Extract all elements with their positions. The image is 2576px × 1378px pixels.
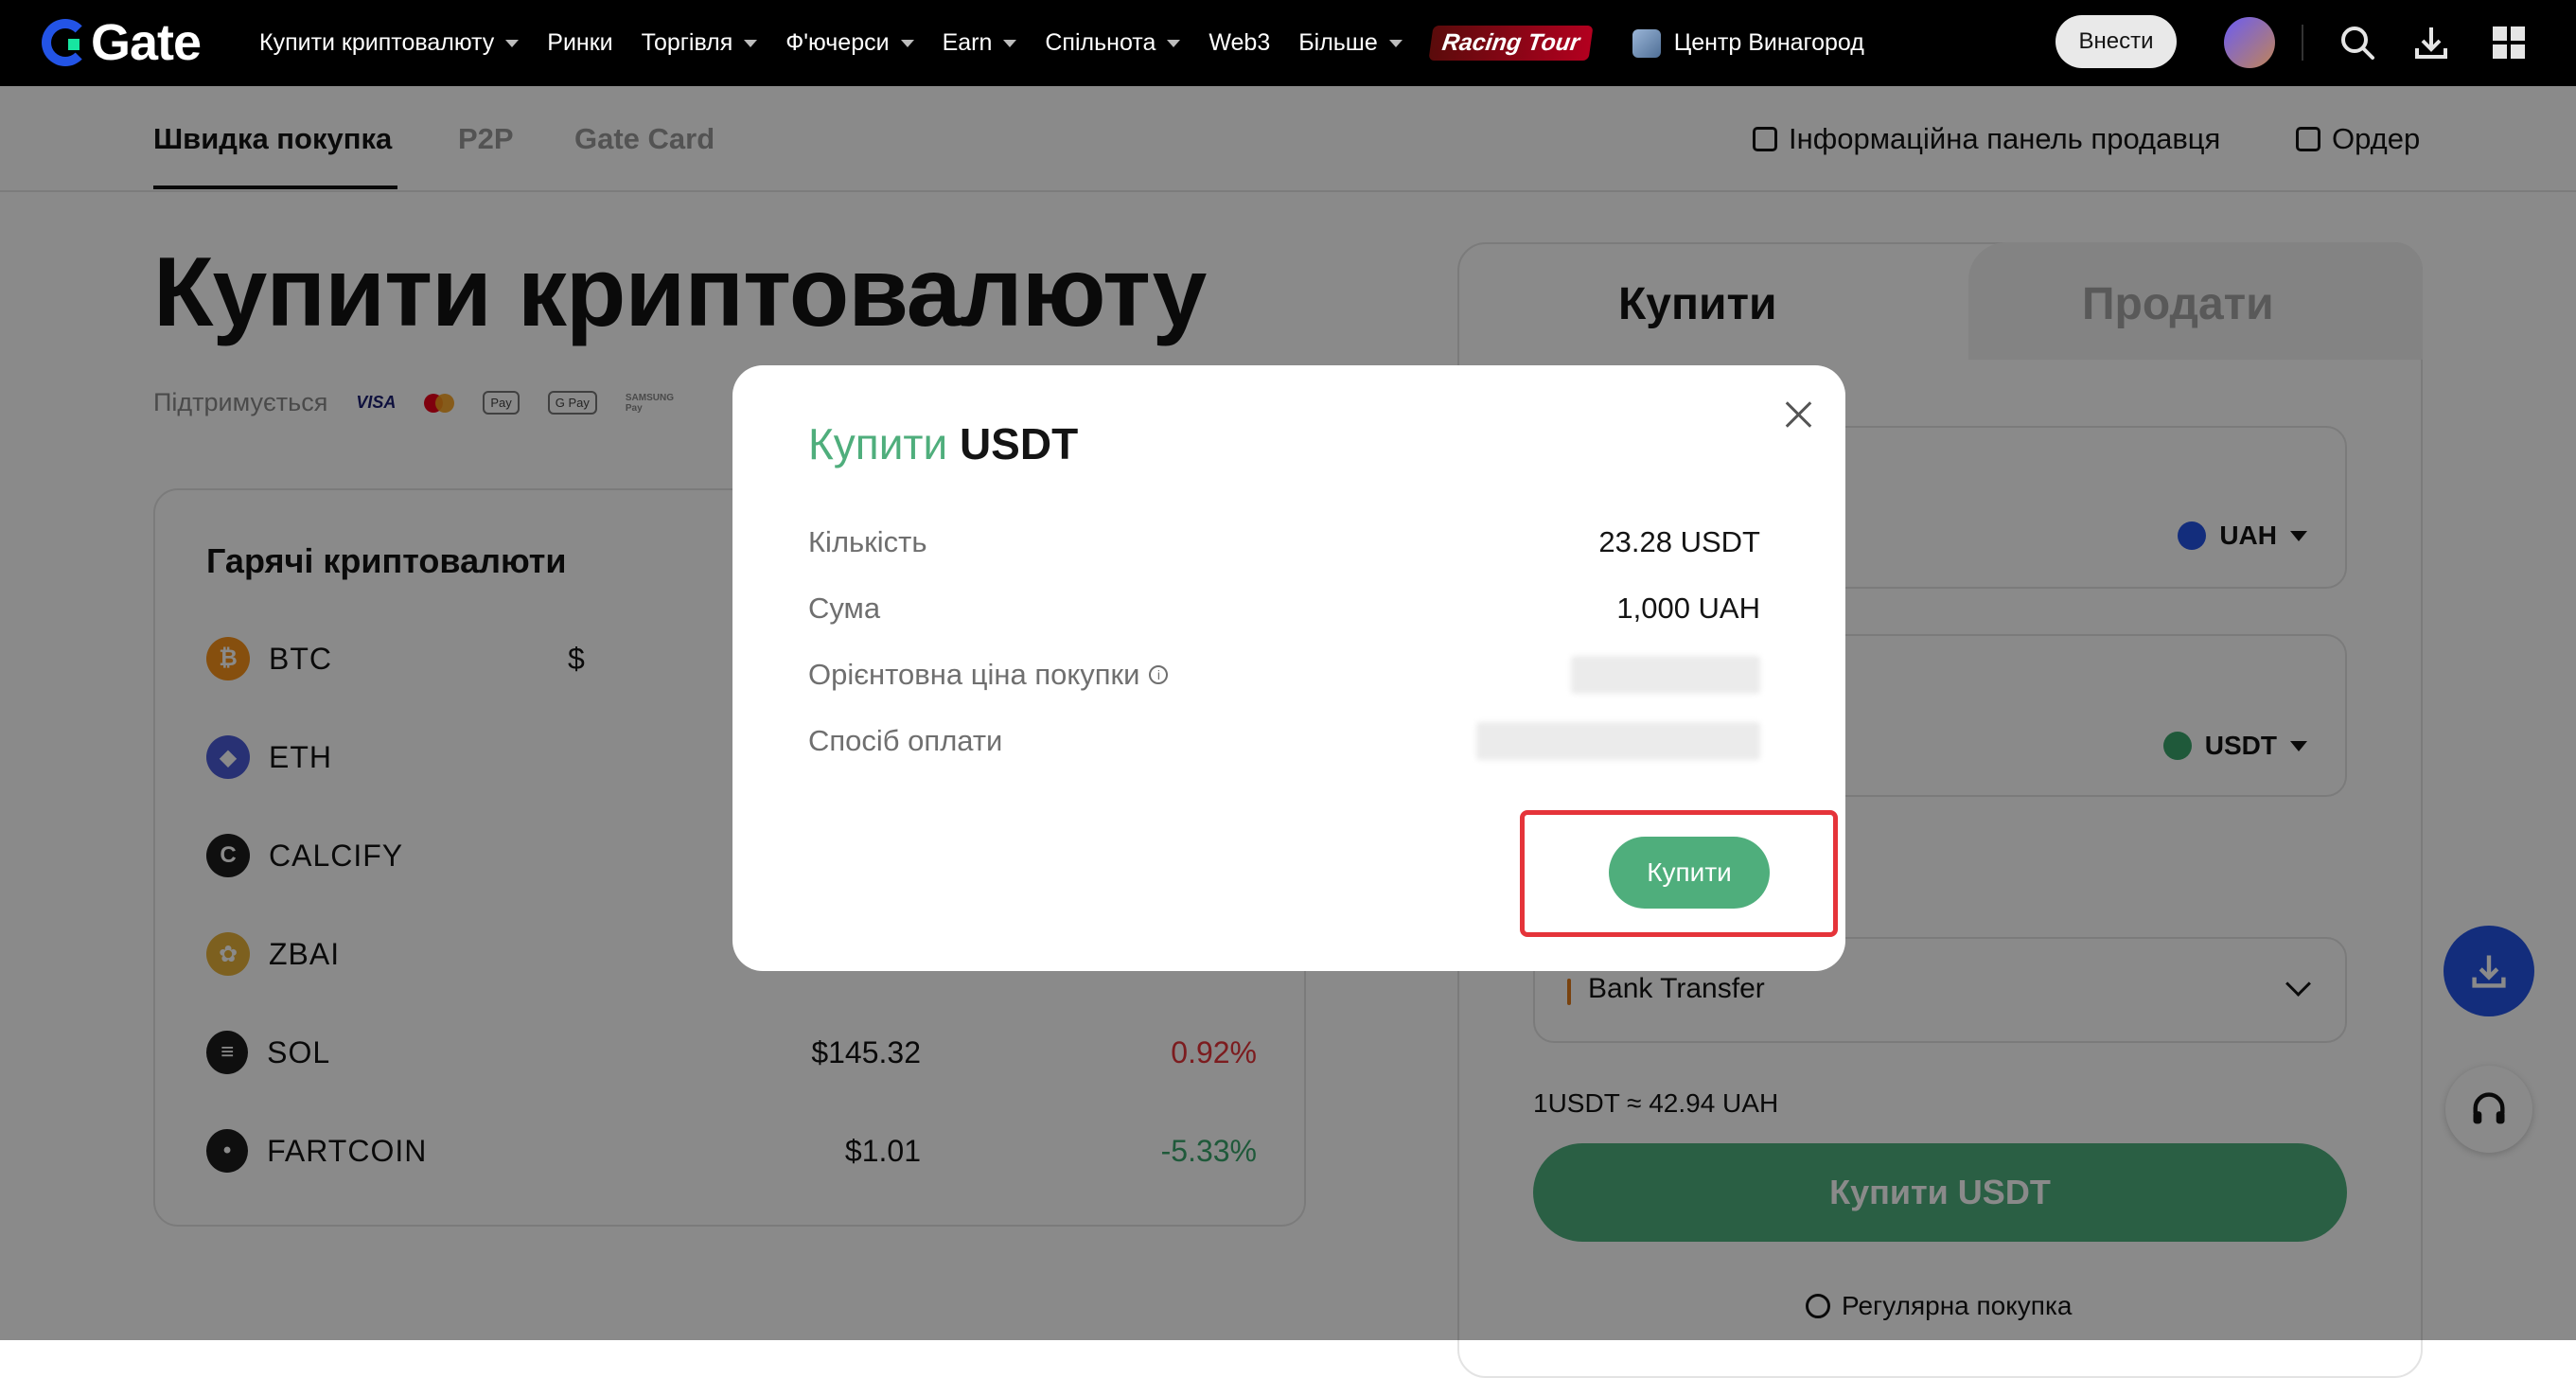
deposit-button[interactable]: Внести — [2056, 15, 2177, 68]
amount-value: 1,000 UAH — [1616, 592, 1760, 625]
apps-grid-icon[interactable] — [2485, 19, 2532, 66]
top-navigation: Gate Купити криптовалюту Ринки Торгівля … — [0, 0, 2576, 86]
nav-divider — [2302, 25, 2303, 61]
nav-item-futures[interactable]: Ф'ючерси — [785, 29, 914, 57]
racing-tour-banner[interactable]: Racing Tour — [1428, 26, 1594, 61]
rewards-center-label: Центр Винагород — [1673, 29, 1864, 56]
nav-item-label: Ринки — [547, 29, 613, 56]
nav-item-more[interactable]: Більше — [1298, 29, 1403, 57]
gate-logo[interactable]: Gate — [42, 14, 202, 71]
nav-item-label: Спільнота — [1045, 29, 1156, 56]
nav-item-label: Купити криптовалюту — [259, 29, 495, 56]
modal-title: Купити USDT — [808, 418, 1078, 469]
modal-title-asset: USDT — [959, 419, 1079, 468]
logo-text: Gate — [91, 14, 202, 71]
search-icon[interactable] — [2334, 19, 2381, 66]
nav-item-label: Web3 — [1209, 29, 1271, 56]
confirm-buy-button[interactable]: Купити — [1609, 837, 1770, 909]
modal-title-action: Купити — [808, 419, 948, 468]
caret-down-icon — [1003, 39, 1017, 47]
nav-item-community[interactable]: Спільнота — [1045, 29, 1181, 57]
rewards-cube-icon — [1632, 28, 1661, 58]
nav-item-web3[interactable]: Web3 — [1209, 29, 1270, 57]
est-price-label-wrap: Орієнтовна ціна покупки i — [808, 658, 1169, 692]
est-price-value-redacted — [1571, 656, 1760, 694]
quantity-value: 23.28 USDT — [1598, 525, 1760, 558]
caret-down-icon — [744, 39, 758, 47]
amount-label: Сума — [808, 592, 881, 625]
caret-down-icon — [900, 39, 914, 47]
payment-method-value-redacted — [1476, 722, 1760, 760]
nav-item-label: Більше — [1298, 29, 1378, 56]
nav-item-buy-crypto[interactable]: Купити криптовалюту — [259, 29, 520, 57]
nav-menu: Купити криптовалюту Ринки Торгівля Ф'юче… — [259, 0, 1893, 86]
gate-logo-icon — [42, 19, 89, 66]
nav-item-markets[interactable]: Ринки — [547, 29, 612, 57]
payment-method-label: Спосіб оплати — [808, 724, 1003, 757]
nav-item-earn[interactable]: Earn — [943, 29, 1017, 57]
modal-row-est-price: Орієнтовна ціна покупки i — [808, 651, 1760, 698]
avatar[interactable] — [2224, 17, 2275, 68]
nav-item-label: Торгівля — [641, 29, 733, 56]
est-price-label: Орієнтовна ціна покупки — [808, 658, 1140, 691]
nav-item-label: Ф'ючерси — [785, 29, 890, 56]
rewards-center-link[interactable]: Центр Винагород — [1632, 28, 1864, 58]
caret-down-icon — [1167, 39, 1181, 47]
modal-row-amount: Сума 1,000 UAH — [808, 585, 1760, 632]
quantity-label: Кількість — [808, 525, 927, 558]
caret-down-icon — [505, 39, 520, 47]
download-icon[interactable] — [2408, 19, 2455, 66]
close-icon[interactable] — [1779, 396, 1817, 433]
caret-down-icon — [1388, 39, 1403, 47]
nav-item-label: Earn — [942, 29, 993, 56]
modal-row-payment-method: Спосіб оплати — [808, 717, 1760, 765]
info-icon[interactable]: i — [1149, 665, 1169, 684]
modal-row-quantity: Кількість 23.28 USDT — [808, 519, 1760, 566]
nav-item-trade[interactable]: Торгівля — [642, 29, 758, 57]
